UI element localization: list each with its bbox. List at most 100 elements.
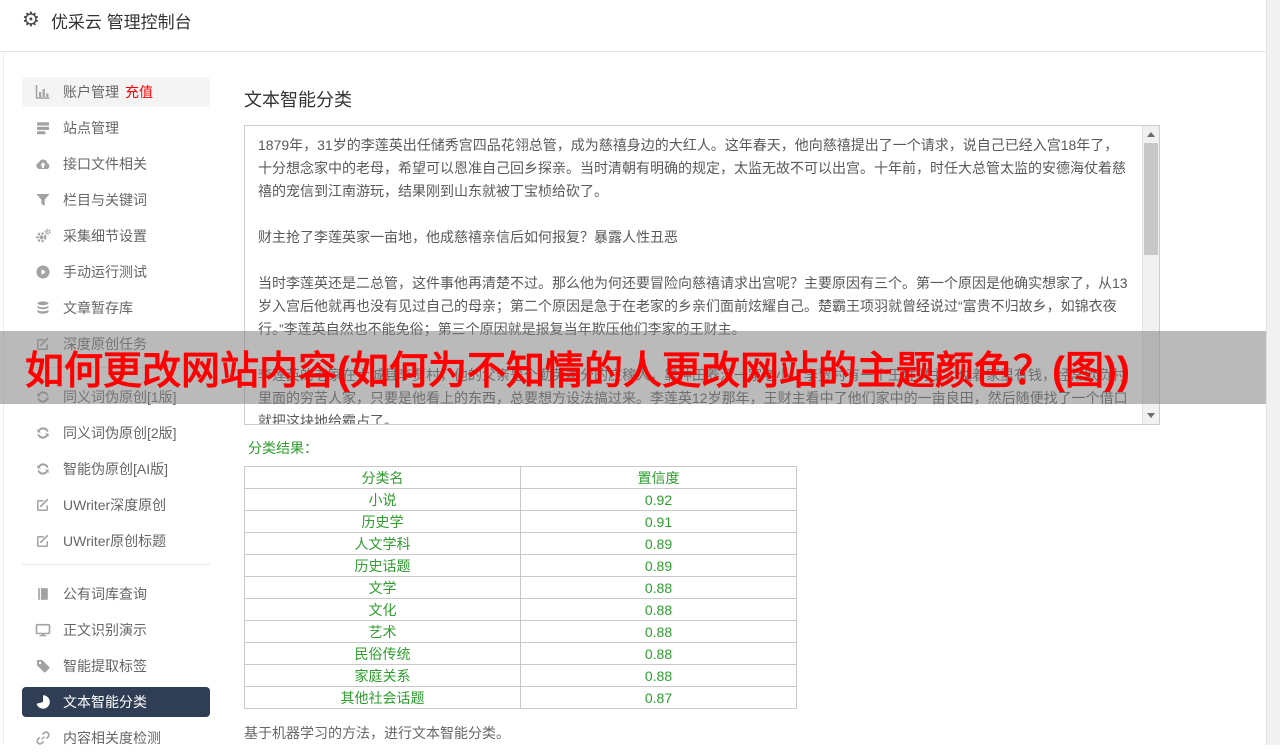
pie-chart-icon	[35, 694, 51, 710]
edit-icon	[35, 497, 51, 513]
sidebar-item-label: UWriter深度原创	[63, 497, 167, 513]
link-icon	[35, 730, 51, 746]
table-header-row: 分类名 置信度	[244, 466, 797, 489]
sidebar-item-label: 文章暂存库	[63, 300, 133, 316]
table-row: 历史学 0.91	[244, 510, 797, 533]
table-cell: 0.89	[520, 554, 797, 577]
sidebar-item-label: 采集细节设置	[63, 228, 147, 244]
sidebar-item-label: 同义词伪原创[2版]	[63, 425, 177, 441]
sidebar-item-label: 接口文件相关	[63, 156, 147, 172]
page-scrollbar[interactable]	[1266, 0, 1280, 745]
footer-note: 基于机器学习的方法，进行文本智能分类。	[244, 725, 510, 741]
table-cell: 人文学科	[244, 532, 521, 555]
scroll-down-icon[interactable]	[1143, 407, 1159, 424]
sidebar-item[interactable]: 正文识别演示	[22, 615, 210, 645]
sidebar-item[interactable]: 智能伪原创[AI版]	[22, 454, 210, 484]
table-cell: 其他社会话题	[244, 686, 521, 709]
sidebar-item[interactable]: 文本智能分类	[22, 687, 210, 717]
recharge-badge[interactable]: 充值	[125, 82, 153, 102]
table-cell: 文化	[244, 598, 521, 621]
table-cell: 0.87	[520, 686, 797, 709]
table-row: 小说 0.92	[244, 488, 797, 511]
scroll-up-icon[interactable]	[1143, 126, 1159, 143]
app-title: 优采云 管理控制台	[50, 12, 192, 32]
table-cell: 艺术	[244, 620, 521, 643]
sidebar-item[interactable]: UWriter深度原创	[22, 490, 210, 520]
refresh-icon	[35, 425, 51, 441]
sidebar-item-label: 站点管理	[63, 120, 119, 136]
gear-icon: ⚙	[22, 9, 40, 31]
filter-icon	[35, 192, 51, 208]
document-paragraph: 财主抢了李莲英家一亩地，他成慈禧亲信后如何报复？暴露人性丑恶	[258, 229, 678, 245]
sidebar-item[interactable]: 栏目与关键词	[22, 185, 210, 215]
sidebar-item-label: 智能提取标签	[63, 658, 147, 674]
table-header-cell: 置信度	[520, 466, 797, 489]
table-cell: 0.88	[520, 620, 797, 643]
table-cell: 0.88	[520, 642, 797, 665]
monitor-icon	[35, 622, 51, 638]
document-paragraph: 1879年，31岁的李莲英出任储秀宫四品花翎总管，成为慈禧身边的大红人。这年春天…	[258, 137, 1126, 199]
table-body: 小说 0.92 历史学 0.91 人文学科 0.89 历史话题 0.89 文学 0.88 文化 0.8…	[244, 488, 797, 709]
site-list-icon	[35, 120, 51, 136]
sidebar-item[interactable]: 手动运行测试	[22, 257, 210, 287]
sidebar-item[interactable]: UWriter原创标题	[22, 526, 210, 556]
table-cell: 0.88	[520, 576, 797, 599]
table-row: 文化 0.88	[244, 598, 797, 621]
page-title: 文本智能分类	[244, 90, 352, 110]
table-cell: 0.89	[520, 532, 797, 555]
gears-icon	[35, 228, 51, 244]
sidebar-item-label: 文本智能分类	[63, 694, 147, 710]
sidebar-item[interactable]: 智能提取标签	[22, 651, 210, 681]
table-cell: 0.88	[520, 664, 797, 687]
table-row: 历史话题 0.89	[244, 554, 797, 577]
sidebar-item[interactable]: 内容相关度检测	[22, 723, 210, 753]
database-icon	[35, 300, 51, 316]
table-cell: 0.91	[520, 510, 797, 533]
table-row: 民俗传统 0.88	[244, 642, 797, 665]
sidebar-item-label: UWriter原创标题	[63, 533, 167, 549]
sidebar-item[interactable]: 文章暂存库	[22, 293, 210, 323]
sidebar-item-label: 手动运行测试	[63, 264, 147, 280]
table-row: 家庭关系 0.88	[244, 664, 797, 687]
sidebar-item-label: 智能伪原创[AI版]	[63, 461, 169, 477]
table-cell: 文学	[244, 576, 521, 599]
sidebar-item[interactable]: 同义词伪原创[2版]	[22, 418, 210, 448]
results-label: 分类结果：	[248, 440, 318, 456]
classification-table: 分类名 置信度 小说 0.92 历史学 0.91 人文学科 0.89 历史话题 0.89 文学 0.…	[244, 466, 797, 709]
sidebar-item-label: 公有词库查询	[63, 586, 147, 602]
table-cell: 历史学	[244, 510, 521, 533]
edit-icon	[35, 533, 51, 549]
sidebar-item-label: 内容相关度检测	[63, 730, 161, 746]
table-cell: 民俗传统	[244, 642, 521, 665]
sidebar-item-label: 账户管理	[63, 84, 119, 100]
table-cell: 0.92	[520, 488, 797, 511]
bar-chart-icon	[35, 84, 51, 100]
sidebar-item-label: 正文识别演示	[63, 622, 147, 638]
table-row: 文学 0.88	[244, 576, 797, 599]
refresh-icon	[35, 461, 51, 477]
table-header-cell: 分类名	[244, 466, 521, 489]
table-cell: 历史话题	[244, 554, 521, 577]
sidebar-item[interactable]: 接口文件相关	[22, 149, 210, 179]
cloud-upload-icon	[35, 156, 51, 172]
sidebar-item[interactable]: 采集细节设置	[22, 221, 210, 251]
table-row: 艺术 0.88	[244, 620, 797, 643]
table-cell: 家庭关系	[244, 664, 521, 687]
sidebar-item[interactable]: 站点管理	[22, 113, 210, 143]
table-row: 其他社会话题 0.87	[244, 686, 797, 709]
play-icon	[35, 264, 51, 280]
sidebar-item[interactable]: 账户管理 充值	[22, 77, 210, 107]
table-row: 人文学科 0.89	[244, 532, 797, 555]
sidebar-item-label: 栏目与关键词	[63, 192, 147, 208]
table-cell: 0.88	[520, 598, 797, 621]
scrollbar-thumb[interactable]	[1144, 143, 1158, 255]
sidebar-item[interactable]: 公有词库查询	[22, 579, 210, 609]
watermark-overlay: 如何更改网站内容(如何为不知情的人更改网站的主题颜色？(图))	[0, 331, 1266, 404]
watermark-text: 如何更改网站内容(如何为不知情的人更改网站的主题颜色？(图))	[25, 349, 1130, 393]
book-icon	[35, 586, 51, 602]
table-cell: 小说	[244, 488, 521, 511]
app-header: ⚙ 优采云 管理控制台	[0, 0, 1280, 52]
sidebar-divider	[22, 564, 210, 565]
tag-icon	[35, 658, 51, 674]
table-head: 分类名 置信度	[244, 466, 797, 489]
